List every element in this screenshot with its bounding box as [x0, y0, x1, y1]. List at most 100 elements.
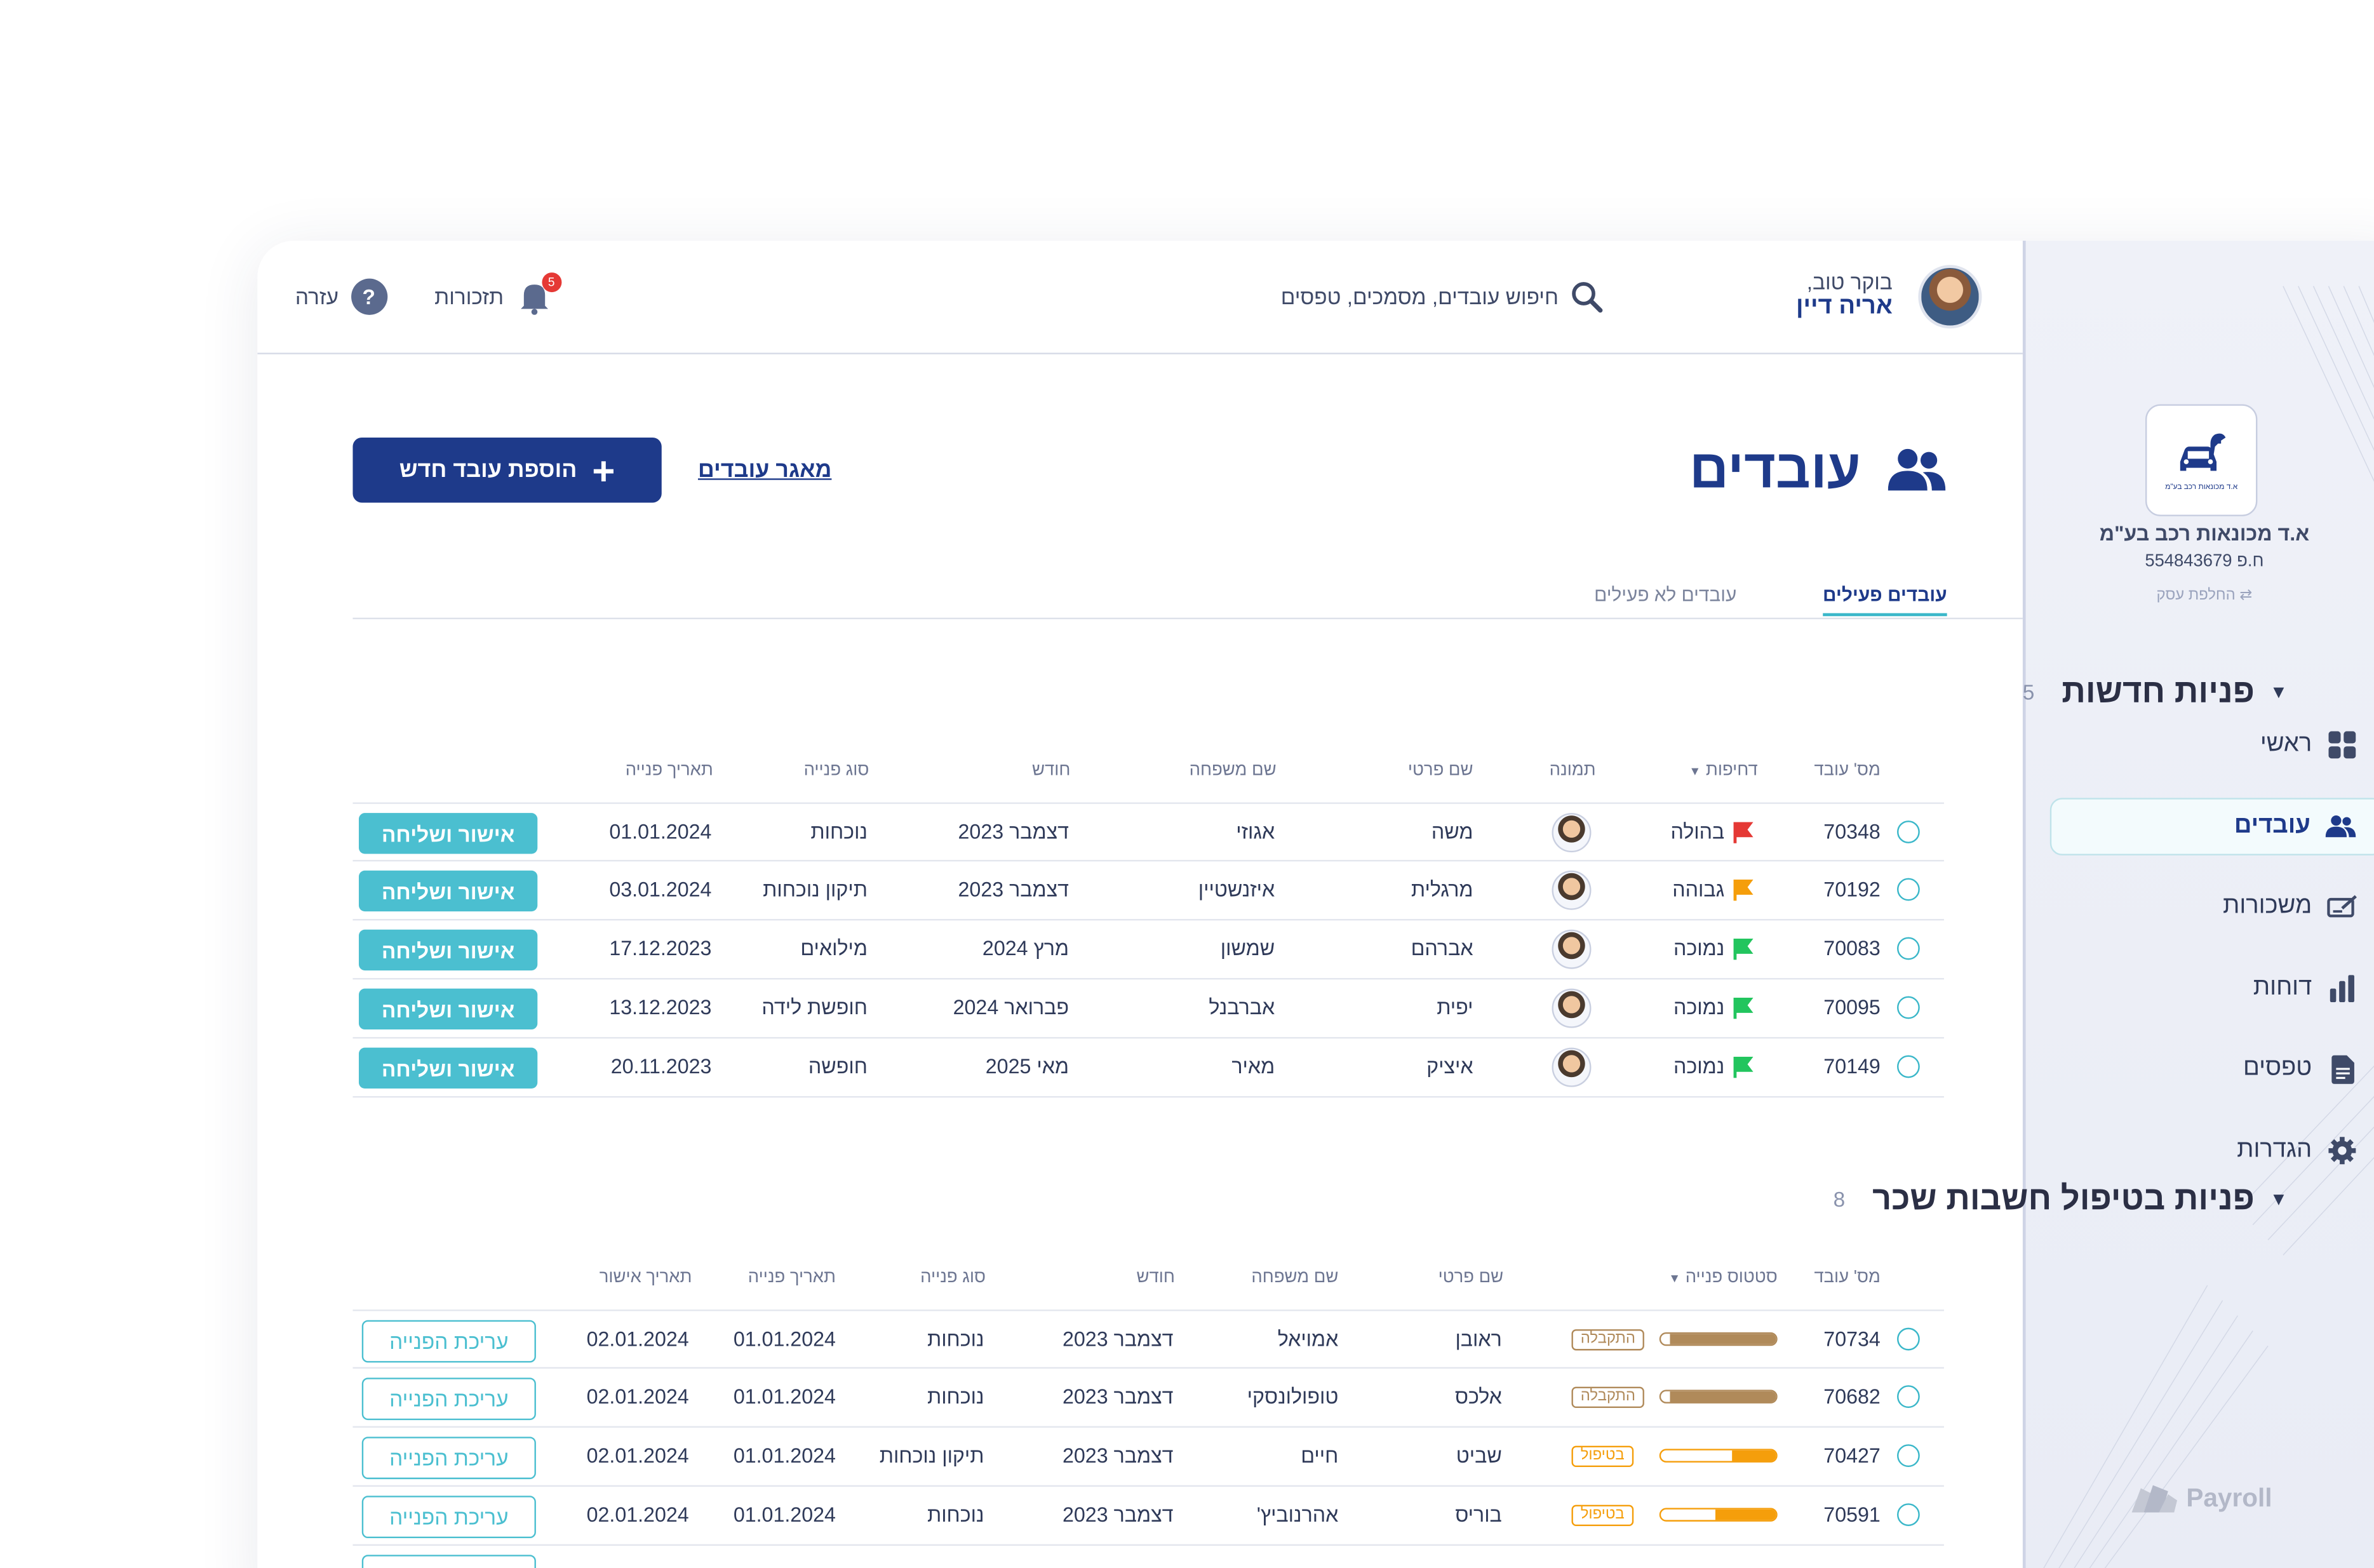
avatar	[1552, 813, 1592, 853]
table-row[interactable]: 70348 בהולה משה אגוזי דצמבר 2023 נוכחות …	[352, 802, 1944, 862]
employee-id: 70192	[1823, 878, 1881, 901]
edit-request-button-partial[interactable]	[361, 1555, 536, 1568]
col-request-type: סוג פנייה	[803, 761, 869, 780]
table-row-partial[interactable]	[352, 1546, 1943, 1568]
section-new-requests-header[interactable]: ▼ פניות חדשות 5	[2023, 672, 2288, 711]
edit-request-button[interactable]: עריכת הפנייה	[361, 1496, 536, 1539]
page-title: עובדים	[1689, 437, 1946, 501]
nav-item-home[interactable]: ראשי	[2260, 716, 2357, 774]
table-row[interactable]: 70682 התקבלה אלכס טופולונסקי דצמבר 2023 …	[352, 1369, 1944, 1428]
employee-id: 70095	[1823, 996, 1881, 1019]
page-title-text: עובדים	[1689, 437, 1861, 500]
tab-active-employees[interactable]: עובדים פעילים	[1822, 584, 1947, 617]
request-date: 01.01.2024	[733, 1444, 836, 1467]
caret-down-icon: ▼	[2269, 1188, 2288, 1210]
search-box[interactable]: חיפוש עובדים, מסמכים, טפסים	[1281, 280, 1604, 313]
row-select-radio[interactable]	[1897, 821, 1920, 843]
approve-send-button[interactable]: אישור ושליחה	[358, 813, 538, 854]
status-indicator: התקבלה	[1571, 1329, 1778, 1351]
row-select-radio[interactable]	[1897, 937, 1920, 960]
table-row[interactable]: 70192 גבוהה מרגלית איזנשטיין דצמבר 2023 …	[352, 861, 1944, 921]
approval-date: 02.01.2024	[586, 1327, 689, 1351]
section-payroll-header[interactable]: ▼ פניות בטיפול חשבות שכר 8	[1834, 1179, 2288, 1219]
search-input[interactable]: חיפוש עובדים, מסמכים, טפסים	[1281, 285, 1559, 309]
col-month: חודש	[1136, 1268, 1175, 1287]
payroll-brand: Payroll	[2129, 1482, 2272, 1515]
flag-icon	[1733, 822, 1754, 843]
nav-item-forms[interactable]: טפסים	[2243, 1040, 2357, 1098]
status-badge: התקבלה	[1571, 1329, 1645, 1351]
reminders-button[interactable]: 5 תזכורות	[434, 272, 561, 315]
col-status[interactable]: סטטוס פנייה ▼	[1668, 1269, 1777, 1287]
help-label: עזרה	[295, 285, 339, 309]
table-row[interactable]: 70083 נמוכה אברהם שמשון מרץ 2024 מילואים…	[352, 920, 1944, 980]
tab-inactive-employees[interactable]: עובדים לא פעילים	[1594, 584, 1736, 605]
status-badge: בטיפול	[1571, 1445, 1634, 1467]
approve-send-button[interactable]: אישור ושליחה	[358, 1047, 538, 1089]
edit-request-button[interactable]: עריכת הפנייה	[361, 1320, 536, 1363]
table-row[interactable]: 70734 התקבלה ראובן אמויאל דצמבר 2023 נוכ…	[352, 1310, 1944, 1369]
first-name: יפית	[1437, 996, 1473, 1019]
payroll-logo-icon	[2131, 1485, 2178, 1513]
flag-shape	[1733, 939, 1754, 960]
user-avatar[interactable]	[1918, 265, 1982, 329]
payroll-table-header: מס' עובד סטטוס פנייה ▼ שם פרטי שם משפחה …	[352, 1269, 1943, 1299]
row-select-radio[interactable]	[1897, 1385, 1920, 1409]
urgency: נמוכה	[1673, 937, 1725, 960]
row-select-radio[interactable]	[1897, 1503, 1920, 1526]
nav-item-settings[interactable]: הגדרות	[2237, 1122, 2357, 1179]
status-indicator: התקבלה	[1571, 1386, 1778, 1409]
status-badge: התקבלה	[1571, 1386, 1645, 1409]
month: דצמבר 2023	[958, 878, 1070, 901]
nav-item-salaries[interactable]: משכורות	[2223, 878, 2357, 936]
request-date: 01.01.2024	[733, 1385, 836, 1409]
last-name: אגוזי	[1236, 821, 1275, 843]
approve-send-button[interactable]: אישור ושליחה	[358, 988, 538, 1030]
employee-id: 70348	[1823, 821, 1881, 843]
first-name: איציק	[1426, 1055, 1473, 1078]
nav-item-employees[interactable]: עובדים	[2049, 798, 2374, 855]
nav-label-employees: עובדים	[2234, 813, 2310, 839]
users-icon	[2325, 812, 2356, 842]
col-status-label: סטטוס פנייה	[1685, 1268, 1778, 1287]
row-select-radio[interactable]	[1897, 1327, 1920, 1351]
first-name: אלכס	[1454, 1385, 1502, 1409]
table-row[interactable]: 70149 נמוכה איציק מאיר מאי 2025 חופשה 20…	[352, 1038, 1944, 1098]
col-urgency[interactable]: דחיפות ▼	[1689, 761, 1757, 780]
employee-id: 70149	[1823, 1055, 1881, 1078]
request-type: נוכחות	[927, 1385, 984, 1409]
nav-label-home: ראשי	[2260, 731, 2312, 757]
table-row[interactable]: 70591 בטיפול בוריס אהרנוביץ' דצמבר 2023 …	[352, 1487, 1944, 1546]
row-select-radio[interactable]	[1897, 996, 1920, 1019]
row-select-radio[interactable]	[1897, 1444, 1920, 1467]
sidebar: א.ד מכונאות רכב בע"מ א.ד מכונאות רכב בע"…	[2022, 241, 2374, 1568]
col-first-name: שם פרטי	[1407, 761, 1473, 780]
urgency: נמוכה	[1673, 1055, 1725, 1078]
employee-database-link[interactable]: מאגר עובדים	[698, 457, 831, 483]
flag-shape	[1733, 997, 1754, 1019]
approval-date: 02.01.2024	[586, 1503, 689, 1526]
nav-item-reports[interactable]: דוחות	[2253, 960, 2357, 1017]
add-employee-button[interactable]: + הוספת עובד חדש	[352, 437, 662, 503]
edit-request-button[interactable]: עריכת הפנייה	[361, 1377, 536, 1421]
help-button[interactable]: ? עזרה	[295, 278, 387, 315]
employee-id: 70682	[1823, 1385, 1881, 1409]
caret-down-icon: ▼	[2269, 681, 2288, 703]
company-name: א.ד מכונאות רכב בע"מ	[2099, 522, 2310, 546]
approve-send-button[interactable]: אישור ושליחה	[358, 929, 538, 971]
grid-icon	[2327, 730, 2357, 760]
last-name: אברבנל	[1209, 996, 1275, 1019]
month: דצמבר 2023	[1063, 1503, 1174, 1526]
table-row[interactable]: 70095 נמוכה יפית אברבנל פברואר 2024 חופש…	[352, 979, 1944, 1039]
first-name: משה	[1431, 821, 1473, 843]
approve-send-button[interactable]: אישור ושליחה	[358, 870, 538, 912]
flag-shape	[1733, 1056, 1754, 1078]
search-icon	[1573, 282, 1604, 313]
switch-business-link[interactable]: ⇄ החלפת עסק	[2026, 587, 2374, 604]
table-row[interactable]: 70427 בטיפול שביט חיים דצמבר 2023 תיקון …	[352, 1428, 1944, 1487]
edit-request-button[interactable]: עריכת הפנייה	[361, 1437, 536, 1480]
bar-chart-icon	[2327, 974, 2357, 1004]
row-select-radio[interactable]	[1897, 878, 1920, 901]
row-select-radio[interactable]	[1897, 1055, 1920, 1078]
document-icon	[2327, 1054, 2357, 1084]
